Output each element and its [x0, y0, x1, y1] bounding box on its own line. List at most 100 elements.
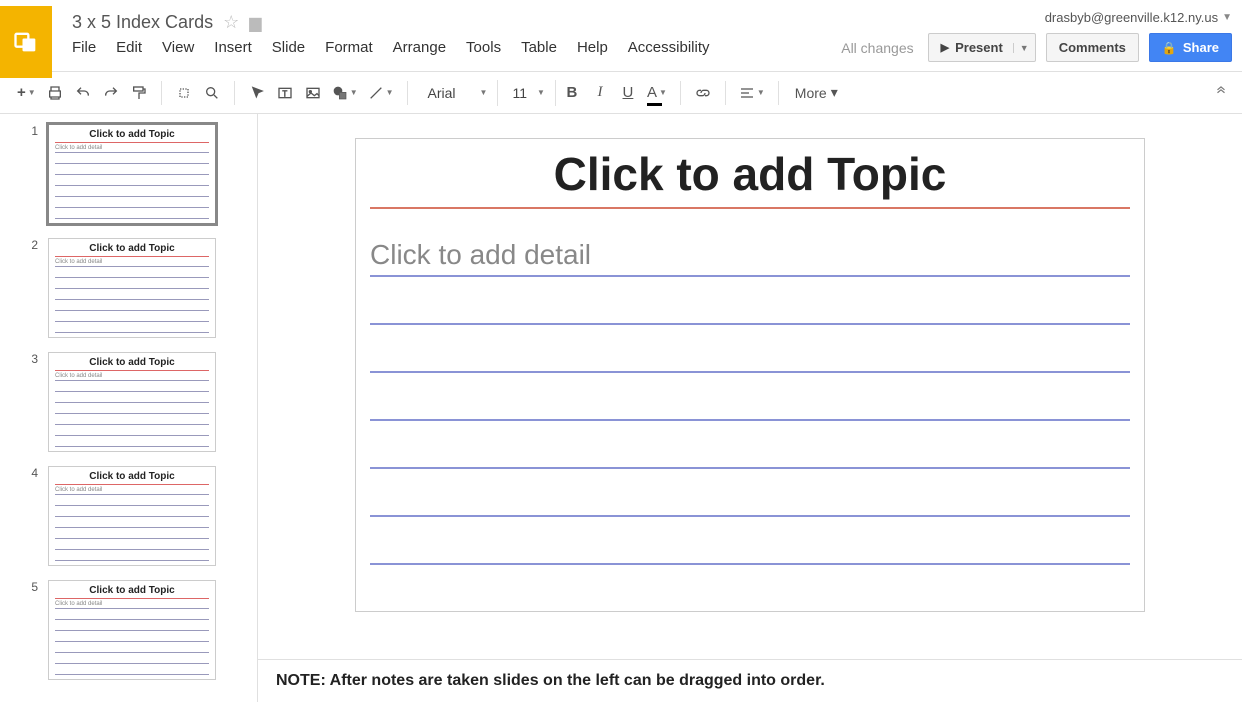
thumb-rule-line: [55, 153, 209, 164]
print-button[interactable]: [43, 80, 67, 106]
slide-rule-line: [370, 373, 1130, 421]
thumb-detail: Click to add detail: [55, 373, 209, 381]
folder-icon[interactable]: ▆: [249, 13, 261, 33]
textbox-tool[interactable]: T: [273, 80, 297, 106]
menu-format[interactable]: Format: [325, 39, 373, 56]
menu-table[interactable]: Table: [521, 39, 557, 56]
menu-file[interactable]: File: [72, 39, 96, 56]
document-title[interactable]: 3 x 5 Index Cards: [72, 12, 213, 33]
more-button[interactable]: More ▾: [795, 84, 838, 101]
thumb-rule-line: [55, 609, 209, 620]
select-tool[interactable]: [245, 80, 269, 106]
thumb-title: Click to add Topic: [55, 243, 209, 257]
align-button[interactable]: ▼: [736, 80, 768, 106]
slide-detail-placeholder[interactable]: Click to add detail: [370, 237, 1130, 277]
undo-icon: [75, 85, 91, 101]
menu-tools[interactable]: Tools: [466, 39, 501, 56]
zoom-fit-button[interactable]: [172, 80, 196, 106]
menu-insert[interactable]: Insert: [214, 39, 252, 56]
thumb-detail: Click to add detail: [55, 259, 209, 267]
italic-button[interactable]: I: [588, 80, 612, 106]
slide-number: 4: [28, 466, 38, 480]
thumb-title: Click to add Topic: [55, 129, 209, 143]
bold-button[interactable]: B: [560, 80, 584, 106]
canvas-scroll[interactable]: Click to add Topic Click to add detail: [258, 114, 1242, 659]
undo-button[interactable]: [71, 80, 95, 106]
app-logo[interactable]: [0, 6, 52, 78]
align-left-icon: [739, 85, 755, 101]
zoom-button[interactable]: [200, 80, 224, 106]
underline-button[interactable]: U: [616, 80, 640, 106]
more-label: More: [795, 85, 827, 101]
thumb-detail: Click to add detail: [55, 601, 209, 609]
slide-rule-line: [370, 517, 1130, 565]
share-button[interactable]: 🔒 Share: [1149, 33, 1232, 62]
thumb-detail: Click to add detail: [55, 487, 209, 495]
slide-thumbnail[interactable]: Click to add TopicClick to add detail: [48, 352, 216, 452]
share-label: Share: [1183, 40, 1219, 55]
thumb-rule-line: [55, 653, 209, 664]
menu-slide[interactable]: Slide: [272, 39, 305, 56]
text-color-button[interactable]: A▼: [644, 80, 670, 106]
play-icon: ▶: [941, 41, 949, 54]
slide-thumb-row: 5 Click to add TopicClick to add detail: [28, 580, 239, 680]
thumb-rule-line: [55, 197, 209, 208]
caret-down-icon: ▼: [537, 88, 545, 97]
thumb-detail: Click to add detail: [55, 145, 209, 153]
insert-link-button[interactable]: [691, 80, 715, 106]
thumb-rule-line: [55, 300, 209, 311]
redo-button[interactable]: [99, 80, 123, 106]
slide-rule-line: [370, 469, 1130, 517]
thumb-rule-line: [55, 289, 209, 300]
slide-thumbnail[interactable]: Click to add Topic Click to add detail: [48, 238, 216, 338]
thumb-rule-line: [55, 506, 209, 517]
note-prefix: NOTE:: [276, 672, 326, 689]
thumb-rule-line: [55, 381, 209, 392]
slide-thumbnail[interactable]: Click to add Topic Click to add detail: [48, 124, 216, 224]
collapse-toolbar-button[interactable]: [1214, 84, 1228, 101]
header-right: drasbyb@greenville.k12.ny.us ▼ All chang…: [841, 6, 1232, 62]
svg-text:T: T: [282, 89, 287, 98]
caret-down-icon: ▼: [480, 88, 488, 97]
comments-button[interactable]: Comments: [1046, 33, 1139, 62]
user-menu[interactable]: drasbyb@greenville.k12.ny.us ▼: [1045, 10, 1232, 25]
speaker-notes[interactable]: NOTE: After notes are taken slides on th…: [258, 659, 1242, 702]
image-icon: [305, 85, 321, 101]
slide-canvas[interactable]: Click to add Topic Click to add detail: [355, 138, 1145, 612]
menu-view[interactable]: View: [162, 39, 194, 56]
paint-format-button[interactable]: [127, 80, 151, 106]
image-tool[interactable]: [301, 80, 325, 106]
font-size-select[interactable]: 11 ▼: [502, 80, 555, 106]
slide-title-placeholder[interactable]: Click to add Topic: [370, 145, 1130, 209]
shape-tool[interactable]: ▼: [329, 80, 361, 106]
slides-icon: [12, 28, 40, 56]
fit-icon: [176, 85, 192, 101]
chevron-up-icon: [1214, 84, 1228, 98]
new-slide-button[interactable]: +▼: [14, 80, 39, 106]
thumb-rule-line: [55, 175, 209, 186]
slide-number: 5: [28, 580, 38, 594]
menu-help[interactable]: Help: [577, 39, 608, 56]
font-select[interactable]: Arial ▼: [418, 80, 499, 106]
thumb-rule-line: [55, 631, 209, 642]
thumb-rule-line: [55, 186, 209, 197]
slide-thumbnail[interactable]: Click to add TopicClick to add detail: [48, 466, 216, 566]
line-tool[interactable]: ▼: [365, 80, 397, 106]
canvas-area: Click to add Topic Click to add detail N…: [258, 114, 1242, 702]
caret-down-icon: ▼: [1222, 12, 1232, 23]
slide-thumbnail[interactable]: Click to add TopicClick to add detail: [48, 580, 216, 680]
menu-arrange[interactable]: Arrange: [393, 39, 446, 56]
thumb-rule-line: [55, 392, 209, 403]
menu-edit[interactable]: Edit: [116, 39, 142, 56]
slide-rule-line: [370, 325, 1130, 373]
star-icon[interactable]: ☆: [223, 12, 239, 33]
thumb-rule-line: [55, 539, 209, 550]
link-icon: [695, 85, 711, 101]
thumb-rule-line: [55, 278, 209, 289]
slide-panel[interactable]: 1Click to add TopicClick to add detail2C…: [0, 114, 258, 702]
present-button[interactable]: ▶ Present ▼: [928, 33, 1036, 62]
present-dropdown-icon[interactable]: ▼: [1013, 43, 1029, 53]
menu-accessibility[interactable]: Accessibility: [628, 39, 710, 56]
thumb-rule-line: [55, 322, 209, 333]
slide-thumb-row: 1Click to add TopicClick to add detail: [28, 124, 239, 224]
